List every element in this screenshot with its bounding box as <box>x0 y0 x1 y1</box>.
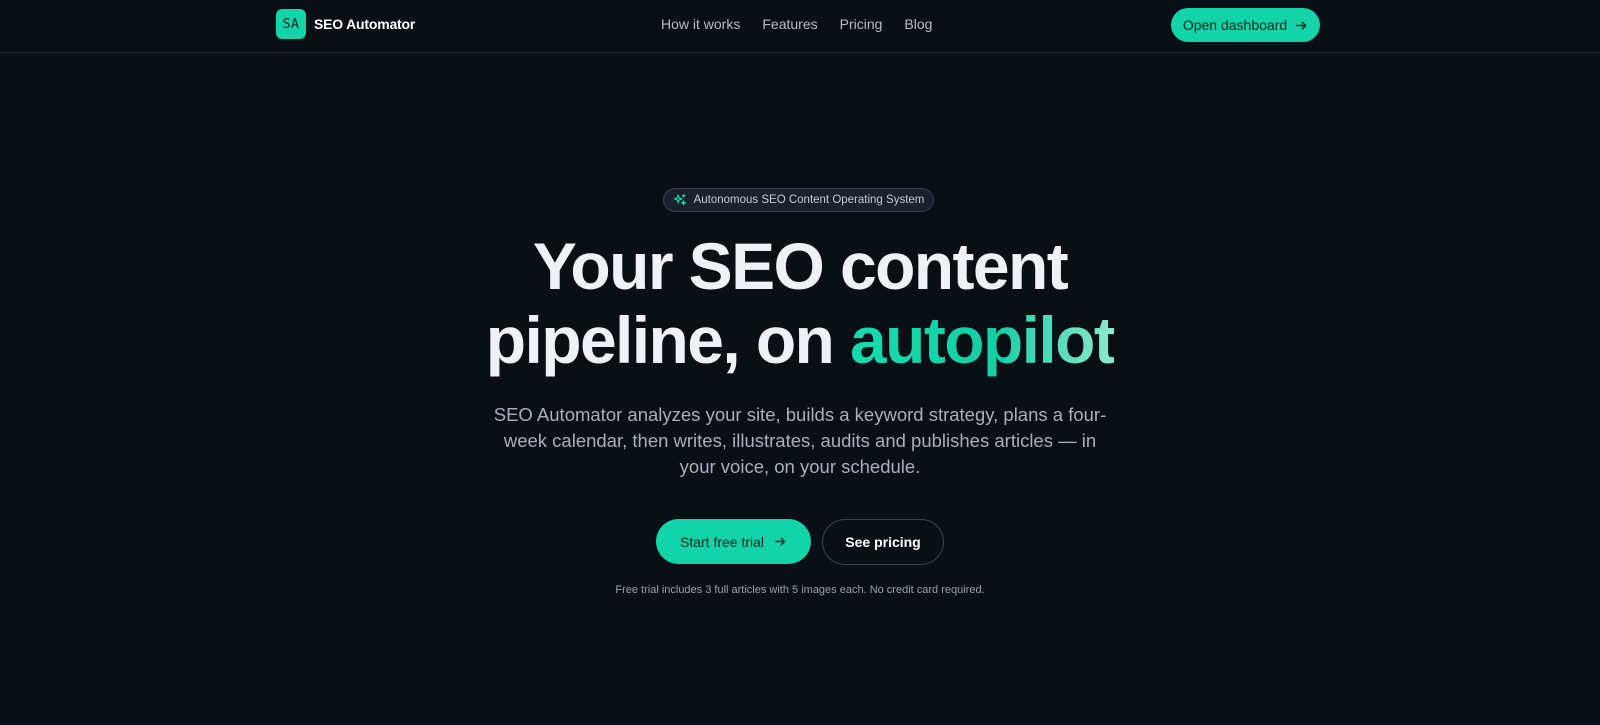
nav-link-pricing[interactable]: Pricing <box>840 16 883 32</box>
hero-badge: Autonomous SEO Content Operating System <box>663 188 934 212</box>
sparkle-icon <box>673 193 687 207</box>
arrow-right-icon <box>1295 19 1308 32</box>
arrow-right-icon <box>774 535 787 548</box>
hero-headline: Your SEO content pipeline, on autopilot <box>0 229 1600 377</box>
nav-link-features[interactable]: Features <box>762 16 817 32</box>
top-navbar: SA SEO Automator How it works Features P… <box>0 0 1600 53</box>
start-free-trial-button[interactable]: Start free trial <box>656 519 811 564</box>
nav-link-how-it-works[interactable]: How it works <box>661 16 740 32</box>
hero-badge-label: Autonomous SEO Content Operating System <box>693 194 925 206</box>
brand-link[interactable]: SA SEO Automator <box>276 9 415 39</box>
brand-logo: SA <box>276 9 306 39</box>
main-nav: How it works Features Pricing Blog <box>661 16 932 32</box>
see-pricing-button[interactable]: See pricing <box>822 519 944 565</box>
headline-line2-prefix: pipeline, on <box>485 303 850 377</box>
brand-name: SEO Automator <box>314 16 416 32</box>
cta-row: Start free trial See pricing <box>0 519 1600 565</box>
open-dashboard-button[interactable]: Open dashboard <box>1171 8 1320 42</box>
see-pricing-label: See pricing <box>845 534 921 550</box>
nav-link-blog[interactable]: Blog <box>904 16 932 32</box>
start-free-trial-label: Start free trial <box>679 533 765 550</box>
hero-subtext: SEO Automator analyzes your site, builds… <box>493 404 1107 477</box>
headline-line1: Your SEO content <box>532 229 1069 303</box>
open-dashboard-label: Open dashboard <box>1182 17 1288 33</box>
headline-accent: autopilot <box>850 303 1116 377</box>
trial-footnote: Free trial includes 3 full articles with… <box>615 584 985 596</box>
